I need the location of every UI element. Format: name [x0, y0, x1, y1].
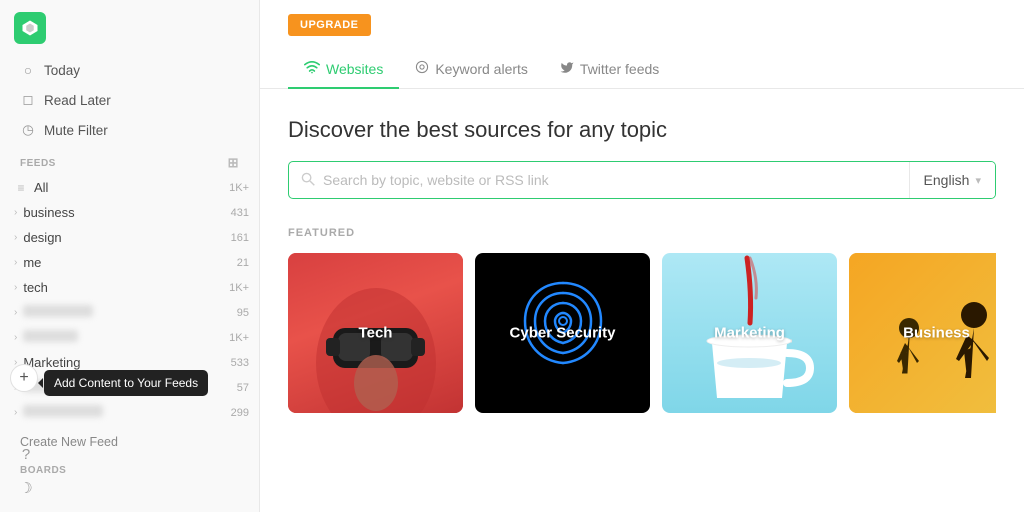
feed-me-label: me	[23, 255, 230, 270]
chevron-icon: ›	[14, 257, 17, 268]
feed-item-blurred-2[interactable]: › 1K+	[0, 325, 259, 350]
night-mode-button[interactable]: ☽	[10, 472, 42, 504]
chevron-down-icon: ▾	[975, 174, 981, 187]
feed-design-count: 161	[231, 232, 249, 244]
chevron-icon: ›	[14, 232, 17, 243]
feed-business-count: 431	[231, 207, 249, 219]
card-business-label: Business	[903, 325, 970, 342]
nav-read-later-label: Read Later	[44, 93, 111, 108]
tab-twitter-feeds-label: Twitter feeds	[580, 61, 659, 77]
feed-item-me[interactable]: › me 21	[0, 250, 259, 275]
feed-all-label: All	[34, 180, 223, 195]
primary-nav: ○ Today ◻ Read Later ◷ Mute Filter	[0, 56, 259, 145]
featured-cards: Tech	[288, 253, 996, 413]
card-marketing-label: Marketing	[714, 325, 785, 342]
add-content-button[interactable]: +	[10, 364, 38, 392]
chevron-icon: ›	[14, 407, 17, 418]
nav-today[interactable]: ○ Today	[10, 56, 249, 85]
tab-keyword-alerts[interactable]: Keyword alerts	[399, 50, 544, 89]
search-bar: English ▾	[288, 161, 996, 199]
app-logo[interactable]	[14, 12, 46, 44]
feed-tech-label: tech	[23, 280, 223, 295]
nav-today-label: Today	[44, 63, 80, 78]
feed-item-blurred-1[interactable]: › 95	[0, 300, 259, 325]
feed-marketing-count: 533	[231, 357, 249, 369]
chevron-icon: ›	[14, 282, 17, 293]
feed-item-tech[interactable]: › tech 1K+	[0, 275, 259, 300]
tab-websites-label: Websites	[326, 61, 383, 77]
twitter-icon	[560, 60, 574, 77]
discover-section: Discover the best sources for any topic …	[260, 89, 1024, 413]
card-cyber-label: Cyber Security	[510, 325, 616, 342]
chevron-icon: ›	[14, 307, 17, 318]
card-cyber[interactable]: Cyber Security	[475, 253, 650, 413]
feed-item-business[interactable]: › business 431	[0, 200, 259, 225]
discover-title: Discover the best sources for any topic	[288, 117, 996, 143]
bell-icon	[415, 60, 429, 77]
feed-marketing-label: Marketing	[23, 355, 224, 370]
feed-item-all[interactable]: ≡ All 1K+	[0, 175, 259, 200]
search-icon	[301, 172, 315, 189]
feed-all-icon: ≡	[14, 181, 28, 195]
upgrade-button[interactable]: UPGRADE	[288, 14, 371, 36]
tab-twitter-feeds[interactable]: Twitter feeds	[544, 50, 675, 89]
feeds-options-icon[interactable]: ⊞	[228, 155, 239, 171]
feeds-list: ≡ All 1K+ › business 431 › design 161 › …	[0, 175, 259, 429]
feed-business-label: business	[23, 205, 224, 220]
feed-blurred-3-count: 57	[237, 382, 249, 394]
tab-websites[interactable]: Websites	[288, 50, 399, 89]
feed-blurred-2-count: 1K+	[229, 332, 249, 344]
card-tech-label: Tech	[359, 325, 393, 342]
feed-item-marketing[interactable]: › Marketing 533	[0, 350, 259, 375]
nav-mute-filter[interactable]: ◷ Mute Filter	[10, 115, 249, 145]
feed-blurred-4-count: 299	[231, 407, 249, 419]
feed-blurred-1-label	[23, 305, 230, 320]
nav-read-later[interactable]: ◻ Read Later	[10, 85, 249, 115]
nav-mute-filter-label: Mute Filter	[44, 123, 108, 138]
sidebar: ○ Today ◻ Read Later ◷ Mute Filter FEEDS…	[0, 0, 260, 512]
help-button[interactable]: ?	[10, 438, 42, 470]
chevron-icon: ›	[14, 207, 17, 218]
today-icon: ○	[20, 63, 36, 78]
feed-blurred-2-label	[23, 330, 223, 345]
tabs-bar: Websites Keyword alerts Twitter feeds	[288, 50, 996, 88]
language-label: English	[924, 172, 970, 188]
feed-blurred-4-label	[23, 405, 224, 420]
feed-tech-count: 1K+	[229, 282, 249, 294]
mute-filter-icon: ◷	[20, 122, 36, 138]
main-content: UPGRADE Websites	[260, 0, 1024, 512]
card-marketing[interactable]: Marketing	[662, 253, 837, 413]
feed-design-label: design	[23, 230, 224, 245]
feeds-label: FEEDS	[20, 158, 56, 169]
tab-keyword-alerts-label: Keyword alerts	[435, 61, 528, 77]
featured-label: FEATURED	[288, 227, 996, 239]
chevron-icon: ›	[14, 332, 17, 343]
feed-blurred-1-count: 95	[237, 307, 249, 319]
main-header: UPGRADE Websites	[260, 0, 1024, 89]
card-business[interactable]: Business	[849, 253, 996, 413]
card-tech[interactable]: Tech	[288, 253, 463, 413]
feeds-section-header: FEEDS ⊞	[0, 145, 259, 175]
feed-item-blurred-4[interactable]: › 299	[0, 400, 259, 425]
feed-all-count: 1K+	[229, 182, 249, 194]
search-input-wrap	[289, 162, 909, 198]
feed-item-design[interactable]: › design 161	[0, 225, 259, 250]
wifi-icon	[304, 60, 320, 77]
feed-item-blurred-3[interactable]: › 57	[0, 375, 259, 400]
read-later-icon: ◻	[20, 92, 36, 108]
feed-me-count: 21	[237, 257, 249, 269]
feed-blurred-3-label	[23, 380, 230, 395]
search-input[interactable]	[323, 162, 897, 198]
language-select[interactable]: English ▾	[909, 162, 995, 198]
